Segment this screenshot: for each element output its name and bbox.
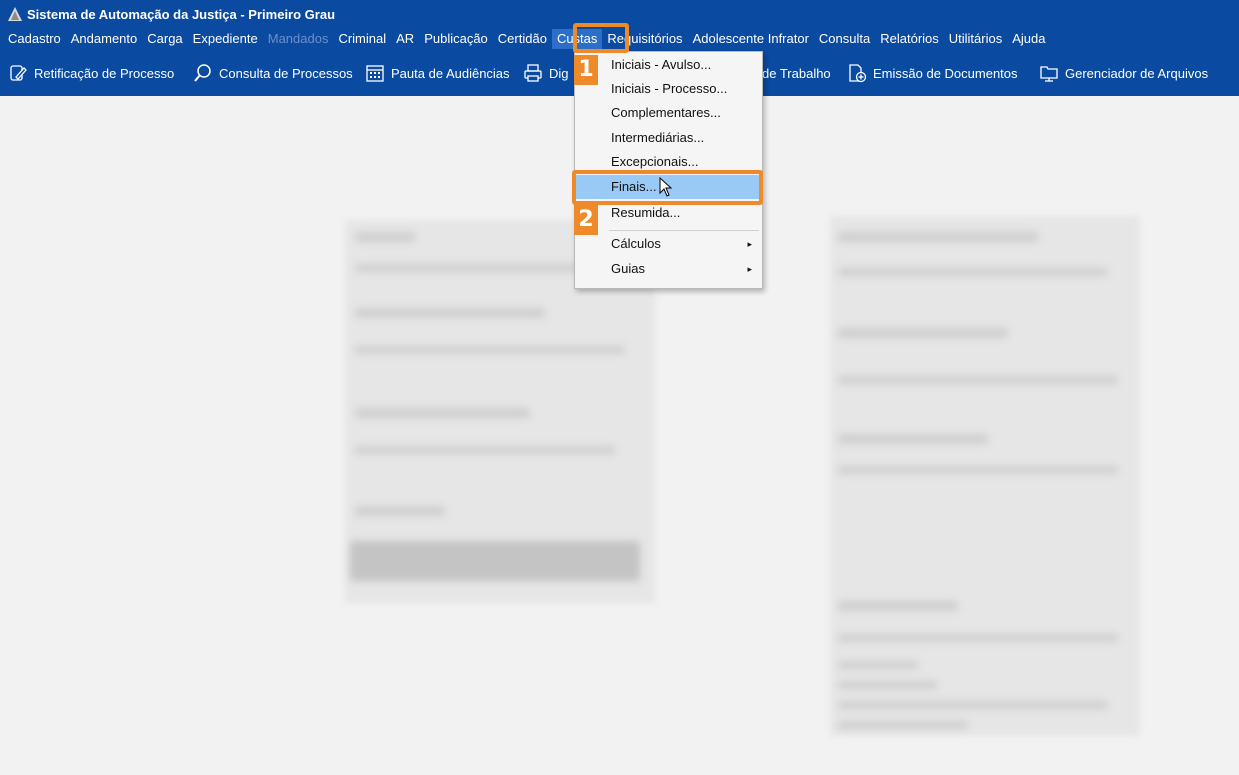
blurred-text: [355, 232, 415, 242]
blurred-text: [838, 721, 968, 729]
menu-adolescente-infrator[interactable]: Adolescente Infrator: [688, 29, 814, 49]
menu-andamento[interactable]: Andamento: [66, 29, 143, 49]
callout-box-custas: [573, 23, 629, 53]
blurred-text: [355, 308, 545, 318]
blurred-text: [838, 681, 938, 689]
area-trabalho-label: de Trabalho: [762, 65, 831, 81]
menu-item-guias[interactable]: Guias ▸: [576, 257, 761, 281]
blurred-text: [838, 434, 988, 444]
retificacao-button[interactable]: Retificação de Processo: [8, 62, 174, 84]
menu-item-label: Iniciais - Processo...: [611, 81, 728, 96]
menu-item-label: Cálculos: [611, 236, 661, 251]
blurred-text: [355, 346, 625, 354]
printer-icon: [524, 64, 542, 82]
gerenciador-arquivos-label: Gerenciador de Arquivos: [1065, 65, 1209, 81]
menu-certidao[interactable]: Certidão: [493, 29, 552, 49]
blurred-block: [350, 541, 640, 581]
menu-publicacao[interactable]: Publicação: [419, 29, 493, 49]
menu-utilitarios[interactable]: Utilitários: [944, 29, 1007, 49]
submenu-arrow-icon: ▸: [747, 239, 752, 249]
blurred-text: [838, 466, 1118, 474]
menu-item-iniciais-processo[interactable]: Iniciais - Processo...: [576, 77, 761, 101]
menu-mandados: Mandados: [267, 31, 329, 46]
calendar-icon: [366, 65, 384, 82]
menu-item-label: Intermediárias...: [611, 130, 705, 145]
area-trabalho-button[interactable]: de Trabalho: [762, 62, 831, 84]
blurred-text: [838, 634, 1118, 642]
pauta-audiencias-label: Pauta de Audiências: [391, 65, 510, 81]
blurred-text: [355, 506, 445, 516]
callout-badge-2: 2: [574, 205, 598, 235]
search-icon: [194, 64, 211, 82]
menu-expediente[interactable]: Expediente: [188, 29, 263, 49]
consulta-processos-button[interactable]: Consulta de Processos: [193, 62, 353, 84]
menu-item-label: Complementares...: [611, 105, 721, 120]
retificacao-label: Retificação de Processo: [34, 65, 175, 81]
menu-cadastro[interactable]: Cadastro: [3, 29, 66, 49]
menu-item-iniciais-avulso[interactable]: Iniciais - Avulso...: [576, 53, 761, 77]
menu-relatorios[interactable]: Relatórios: [875, 29, 944, 49]
document-add-icon: [849, 64, 867, 83]
menu-item-intermediarias[interactable]: Intermediárias...: [576, 126, 761, 150]
menu-item-calculos[interactable]: Cálculos ▸: [576, 232, 761, 256]
consulta-processos-label: Consulta de Processos: [219, 65, 353, 81]
blurred-panel-right: [830, 216, 1140, 736]
digitalizacao-label: Dig: [549, 65, 569, 81]
digitalizacao-button[interactable]: Dig: [523, 62, 569, 84]
pencil-icon: [10, 65, 27, 81]
menu-separator: [609, 230, 759, 231]
emissao-documentos-button[interactable]: Emissão de Documentos: [847, 62, 1018, 84]
blurred-text: [838, 232, 1038, 242]
gerenciador-arquivos-button[interactable]: Gerenciador de Arquivos: [1039, 62, 1208, 84]
blurred-text: [838, 268, 1108, 276]
saj-logo-icon: [8, 7, 22, 21]
blurred-text: [355, 408, 530, 418]
blurred-text: [838, 601, 958, 611]
blurred-text: [838, 328, 1008, 338]
folder-screen-icon: [1040, 66, 1058, 82]
emissao-documentos-label: Emissão de Documentos: [873, 65, 1018, 81]
menu-ajuda[interactable]: Ajuda: [1007, 29, 1050, 49]
menu-item-label: Guias: [611, 261, 645, 276]
mouse-cursor-icon: [659, 177, 673, 197]
blurred-text: [838, 661, 918, 669]
menu-ar[interactable]: AR: [391, 29, 419, 49]
menu-item-complementares[interactable]: Complementares...: [576, 101, 761, 125]
menu-criminal[interactable]: Criminal: [333, 29, 391, 49]
menu-item-label: Iniciais - Avulso...: [611, 57, 712, 72]
blurred-text: [355, 264, 585, 272]
submenu-arrow-icon: ▸: [747, 264, 752, 274]
blurred-text: [355, 446, 615, 454]
callout-badge-1: 1: [574, 55, 598, 85]
blurred-text: [838, 376, 1118, 384]
blurred-text: [838, 701, 1108, 709]
menu-carga[interactable]: Carga: [142, 29, 187, 49]
pauta-audiencias-button[interactable]: Pauta de Audiências: [365, 62, 510, 84]
window-title: Sistema de Automação da Justiça - Primei…: [27, 6, 336, 22]
menu-consulta[interactable]: Consulta: [814, 29, 875, 49]
